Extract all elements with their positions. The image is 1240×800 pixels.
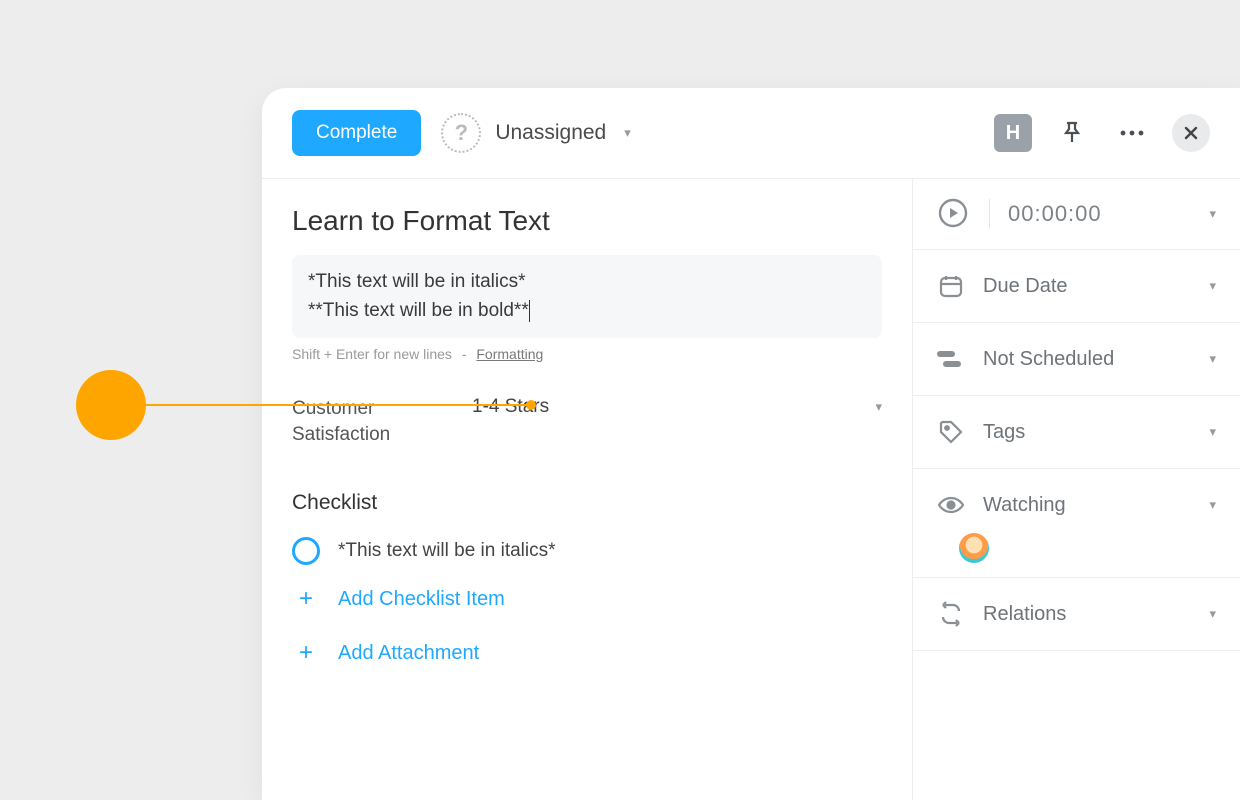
formatting-link[interactable]: Formatting (476, 346, 543, 362)
checklist-heading: Checklist (292, 491, 882, 515)
description-line: **This text will be in bold** (308, 296, 866, 325)
chevron-down-icon: ▾ (1209, 606, 1216, 622)
plus-icon: + (292, 639, 320, 667)
close-button[interactable] (1172, 114, 1210, 152)
relations-row[interactable]: Relations ▾ (913, 578, 1240, 651)
description-hint: Shift + Enter for new lines - Formatting (292, 346, 882, 362)
description-line: *This text will be in italics* (308, 267, 866, 296)
tag-icon (937, 418, 965, 446)
task-main: Learn to Format Text *This text will be … (262, 179, 912, 800)
add-attachment-button[interactable]: + Add Attachment (292, 639, 882, 667)
assignee-placeholder-avatar: ? (441, 113, 481, 153)
priority-badge[interactable]: H (994, 114, 1032, 152)
task-toolbar: Complete ? Unassigned ▾ H (262, 88, 1240, 179)
annotation-line (140, 404, 530, 406)
calendar-icon (937, 272, 965, 300)
task-title[interactable]: Learn to Format Text (292, 205, 882, 237)
due-date-row[interactable]: Due Date ▾ (913, 250, 1240, 323)
assignee-picker[interactable]: ? Unassigned ▾ (441, 113, 630, 153)
chevron-down-icon[interactable]: ▾ (1209, 206, 1216, 222)
annotation-dot (76, 370, 146, 440)
plus-icon: + (292, 585, 320, 613)
chevron-down-icon: ▾ (1209, 278, 1216, 294)
chevron-down-icon: ▾ (1209, 424, 1216, 440)
eye-icon (937, 491, 965, 519)
checklist-item-text[interactable]: *This text will be in italics* (338, 540, 556, 562)
checklist-checkbox[interactable] (292, 537, 320, 565)
watcher-avatar[interactable] (959, 533, 989, 563)
chevron-down-icon: ▾ (875, 399, 882, 415)
chevron-down-icon: ▾ (624, 125, 631, 141)
task-panel: Complete ? Unassigned ▾ H Learn to Forma… (262, 88, 1240, 800)
divider (989, 199, 990, 229)
text-cursor (529, 300, 530, 322)
assignee-label: Unassigned (495, 121, 606, 145)
pin-icon[interactable] (1052, 113, 1092, 153)
play-icon[interactable] (937, 197, 971, 231)
checklist-item: *This text will be in italics* (292, 537, 882, 565)
chevron-down-icon: ▾ (1209, 497, 1216, 513)
timer-display[interactable]: 00:00:00 (1008, 201, 1187, 227)
relations-icon (937, 600, 965, 628)
chevron-down-icon: ▾ (1209, 351, 1216, 367)
watching-row[interactable]: Watching ▾ (913, 469, 1240, 541)
schedule-icon (937, 345, 965, 373)
more-icon[interactable] (1112, 113, 1152, 153)
annotation-end-dot (526, 400, 536, 410)
complete-button[interactable]: Complete (292, 110, 421, 156)
timer-row: 00:00:00 ▾ (913, 179, 1240, 250)
description-textarea[interactable]: *This text will be in italics* **This te… (292, 255, 882, 338)
schedule-row[interactable]: Not Scheduled ▾ (913, 323, 1240, 396)
tags-row[interactable]: Tags ▾ (913, 396, 1240, 469)
add-checklist-item-button[interactable]: + Add Checklist Item (292, 585, 882, 613)
task-sidebar: 00:00:00 ▾ Due Date ▾ (912, 179, 1240, 800)
